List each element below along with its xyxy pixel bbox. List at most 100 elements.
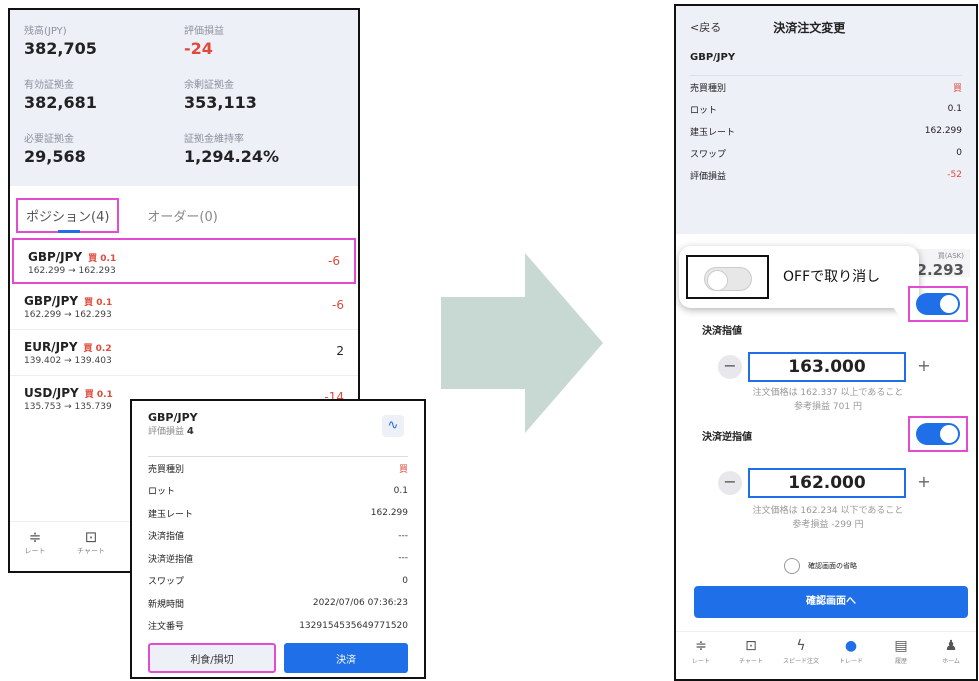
equity-label: 有効証拠金 (24, 80, 74, 91)
balance-value: 382,705 (24, 39, 97, 58)
position-side: 買 0.1 (84, 390, 113, 400)
stop-estimated-pl: 参考損益 -299 円 (792, 520, 864, 530)
detail-value: --- (398, 530, 408, 541)
detail-row: 新規時間 2022/07/06 07:36:23 (148, 592, 408, 615)
detail-value: 2022/07/06 07:36:23 (312, 598, 408, 609)
limit-toggle[interactable] (916, 293, 960, 315)
confirm-button[interactable]: 確認画面へ (694, 586, 968, 618)
detail-row: 決済逆指値 --- (148, 547, 408, 570)
account-required-margin: 必要証拠金 29,568 (24, 130, 184, 166)
info-key: 売買種別 (690, 83, 727, 94)
detail-key: 注文番号 (148, 622, 185, 633)
plus-icon[interactable]: + (912, 471, 936, 495)
popup-pair: GBP/JPY (148, 411, 198, 424)
position-detail-popup: GBP/JPY 評価損益 4 ∿ 売買種別 買 ロット 0.1 建玉レート 162.2… (130, 399, 426, 679)
detail-key: 建玉レート (148, 509, 194, 520)
nav-trade[interactable]: ● トレード (831, 638, 871, 679)
nav-label: トレード (838, 658, 863, 665)
unrealized-value: -24 (184, 39, 213, 58)
info-row: スワップ 0 (690, 142, 962, 164)
tab-orders[interactable]: オーダー(0) (139, 200, 225, 231)
tooltip-toggle-frame (686, 255, 769, 299)
popup-pl-value: 4 (186, 426, 194, 437)
nav-speed-order[interactable]: ϟ スピード注文 (781, 638, 821, 679)
list-item[interactable]: EUR/JPY 買 0.2 139.402 → 139.403 2 (10, 330, 358, 376)
plus-icon[interactable]: + (912, 355, 936, 379)
skip-confirm-option[interactable]: 確認画面の省略 (784, 558, 857, 574)
nav-label: チャート (77, 547, 105, 555)
stop-note: 注文価格は 162.234 以下であること 参考損益 -299 円 (676, 504, 976, 532)
nav-label: スピード注文 (782, 658, 819, 665)
position-side: 買 0.1 (88, 254, 117, 264)
detail-key: 決済逆指値 (148, 554, 194, 565)
toggle-off-example (704, 267, 752, 291)
settle-button[interactable]: 決済 (284, 643, 408, 673)
balance-label: 残高(JPY) (24, 26, 67, 37)
free-margin-value: 353,113 (184, 93, 257, 112)
position-pair: USD/JPY (24, 386, 79, 400)
list-item[interactable]: GBP/JPY 買 0.1 162.299 → 162.293 -6 (10, 284, 358, 330)
speed-order-icon: ϟ (796, 638, 806, 654)
chart-icon: ⊡ (745, 638, 757, 654)
position-rate: 162.299 → 162.293 (24, 310, 112, 320)
popup-actions: 利食/損切 決済 (148, 643, 408, 673)
nav-rate[interactable]: ≑ レート (681, 638, 721, 679)
required-margin-value: 29,568 (24, 147, 86, 166)
stop-toggle[interactable] (916, 423, 960, 445)
minus-icon[interactable]: − (718, 471, 742, 495)
detail-value: --- (398, 553, 408, 564)
rate-icon: ≑ (695, 638, 707, 654)
info-value: 0.1 (947, 104, 962, 114)
position-pair: EUR/JPY (24, 340, 78, 354)
header: <戻る 決済注文変更 (690, 14, 962, 40)
limit-stepper: − 163.000 + (718, 352, 938, 382)
home-icon: ♟ (944, 638, 958, 654)
limit-condition: 注文価格は 162.337 以上であること (752, 388, 904, 398)
detail-row: 決済指値 --- (148, 525, 408, 548)
limit-estimated-pl: 参考損益 701 円 (794, 402, 862, 412)
info-row: 評価損益 -52 (690, 164, 962, 186)
detail-row: 売買種別 買 (148, 457, 408, 480)
info-key: スワップ (690, 149, 727, 160)
nav-home[interactable]: ♟ ホーム (931, 638, 971, 679)
rate-icon: ≑ (28, 528, 42, 546)
info-row: ロット 0.1 (690, 98, 962, 120)
nav-rate[interactable]: ≑ レート (20, 528, 50, 565)
position-tabs: ポジション(4) オーダー(0) (10, 192, 358, 238)
stop-toggle-highlight (908, 416, 968, 452)
take-profit-stop-loss-button[interactable]: 利食/損切 (148, 643, 276, 673)
active-tab-indicator (58, 230, 80, 233)
detail-row: 注文番号 1329154535649771520 (148, 615, 408, 638)
limit-price-input[interactable]: 163.000 (748, 352, 906, 382)
position-side: 買 0.2 (83, 344, 112, 354)
detail-value: 0.1 (393, 485, 408, 496)
position-pl: -6 (332, 298, 344, 312)
list-item[interactable]: GBP/JPY 買 0.1 162.299 → 162.293 -6 (12, 238, 356, 284)
info-value: 162.299 (924, 126, 962, 136)
detail-row: 建玉レート 162.299 (148, 502, 408, 525)
chart-icon[interactable]: ∿ (382, 415, 404, 437)
nav-chart[interactable]: ⊡ チャート (76, 528, 106, 565)
detail-value: 162.299 (370, 508, 408, 519)
info-value: 0 (956, 148, 962, 158)
minus-icon[interactable]: − (718, 355, 742, 379)
account-equity: 有効証拠金 382,681 (24, 76, 184, 112)
required-margin-label: 必要証拠金 (24, 134, 74, 145)
nav-history[interactable]: ▤ 履歴 (881, 638, 921, 679)
limit-label: 決済指値 (702, 326, 742, 337)
info-value: 買 (952, 83, 962, 94)
history-icon: ▤ (894, 638, 908, 654)
account-balance: 残高(JPY) 382,705 (24, 22, 184, 58)
popup-detail-rows: 売買種別 買 ロット 0.1 建玉レート 162.299 決済指値 --- 決済逆指値 -… (148, 457, 408, 637)
account-free-margin: 余剰証拠金 353,113 (184, 76, 344, 112)
limit-toggle-highlight (908, 286, 968, 322)
nav-label: 履歴 (894, 658, 907, 665)
back-button[interactable]: <戻る (690, 19, 721, 35)
stop-condition: 注文価格は 162.234 以下であること (752, 506, 904, 516)
stop-price-input[interactable]: 162.000 (748, 468, 906, 498)
nav-chart[interactable]: ⊡ チャート (731, 638, 771, 679)
popup-header: GBP/JPY 評価損益 4 ∿ (148, 411, 408, 457)
tab-positions[interactable]: ポジション(4) (16, 197, 120, 233)
stop-label: 決済逆指値 (702, 432, 752, 443)
margin-ratio-label: 証拠金維持率 (184, 134, 244, 145)
